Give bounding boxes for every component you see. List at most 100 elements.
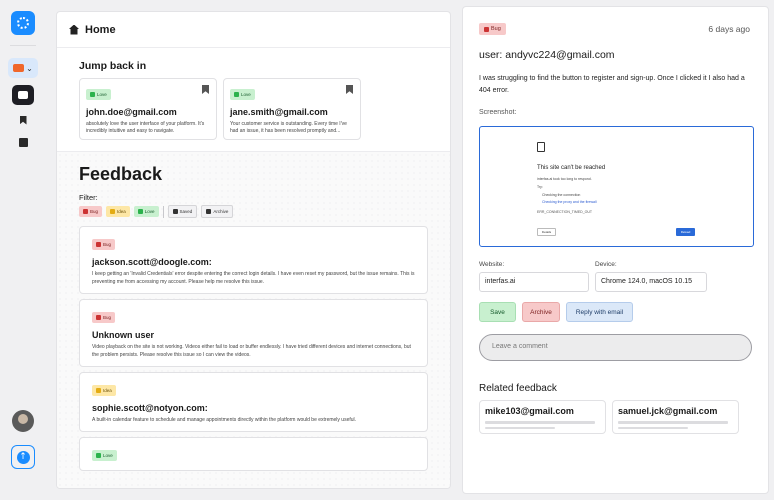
bug-badge: Bug <box>92 312 116 323</box>
workspace-switcher[interactable]: ⌄ <box>8 58 38 78</box>
heart-icon <box>96 453 101 458</box>
archive-button[interactable]: Archive <box>522 302 560 322</box>
card-snippet: absolutely love the user interface of yo… <box>86 121 205 134</box>
filter-label-text: Saved <box>179 209 193 214</box>
website-value: interfas.ai <box>479 272 589 292</box>
screenshot-error-text: interfas.ai took too long to respond. <box>537 177 592 181</box>
bookmark-icon <box>172 209 178 214</box>
bug-icon <box>83 209 88 214</box>
feedback-item[interactable]: Love <box>79 437 428 471</box>
jump-card[interactable]: Love john.doe@gmail.com absolutely love … <box>79 78 217 140</box>
feedback-author: Unknown user <box>92 330 155 340</box>
text-placeholder <box>618 421 728 424</box>
badge-label: Bug <box>103 242 112 247</box>
bug-icon <box>96 315 101 320</box>
nav-feedback-button[interactable] <box>12 85 34 105</box>
badge-label: Love <box>97 92 107 97</box>
lightbulb-icon <box>110 209 116 214</box>
badge-label: Bug <box>491 26 501 32</box>
idea-badge: Idea <box>92 385 116 396</box>
jump-card[interactable]: Love jane.smith@gmail.com Your customer … <box>223 78 361 140</box>
feedback-detail-panel: Bug 6 days ago user: andyvc224@gmail.com… <box>462 6 769 494</box>
screenshot-bullet: Checking the proxy and the firewall <box>542 200 597 204</box>
detail-user: user: andyvc224@gmail.com <box>479 49 615 61</box>
archive-icon <box>18 137 28 147</box>
filter-love[interactable]: Love <box>133 206 159 217</box>
feedback-item[interactable]: Bug jackson.scott@doogle.com: I keep get… <box>79 226 428 294</box>
chat-icon <box>18 91 28 99</box>
lightbulb-icon <box>96 388 101 393</box>
screenshot-error-code: ERR_CONNECTION_TIMED_OUT <box>537 210 593 214</box>
bookmark-icon <box>19 115 27 125</box>
page-title: Home <box>85 23 116 36</box>
love-badge: Love <box>86 89 111 100</box>
feedback-author: jackson.scott@doogle.com: <box>92 257 212 267</box>
jump-back-section: Jump back in Love john.doe@gmail.com abs… <box>57 48 450 152</box>
app-logo[interactable] <box>11 11 35 35</box>
heart-icon <box>137 209 143 214</box>
feedback-item[interactable]: Idea sophie.scott@notyon.com: A built-in… <box>79 372 428 432</box>
feedback-author: sophie.scott@notyon.com: <box>92 403 208 413</box>
jump-back-title: Jump back in <box>79 60 147 72</box>
screenshot-details-button: Details <box>537 228 556 236</box>
bookmark-icon[interactable] <box>202 85 209 94</box>
screenshot-reload-button: Reload <box>676 228 695 236</box>
device-label: Device: <box>595 261 617 268</box>
panel-header: Home <box>57 12 450 48</box>
text-placeholder <box>618 426 688 429</box>
filter-bar: Bug Idea Love Saved Archive <box>79 205 428 218</box>
filter-label-text: Archive <box>213 209 229 214</box>
archive-icon <box>206 209 212 214</box>
filter-archive[interactable]: Archive <box>201 205 234 218</box>
text-placeholder <box>485 421 595 424</box>
website-label: Website: <box>479 261 505 268</box>
feedback-panel: Home Jump back in Love john.doe@gmail.co… <box>56 11 451 489</box>
related-email: samuel.jck@gmail.com <box>618 406 718 416</box>
filter-label-text: Idea <box>117 209 126 214</box>
bug-icon <box>484 26 489 32</box>
filter-idea[interactable]: Idea <box>106 206 130 217</box>
save-button[interactable]: Save <box>479 302 516 322</box>
heart-icon <box>90 92 95 97</box>
filter-saved[interactable]: Saved <box>167 205 198 218</box>
comment-input[interactable]: Leave a comment <box>479 334 752 361</box>
related-card[interactable]: samuel.jck@gmail.com <box>612 400 739 434</box>
nav-saved-button[interactable] <box>12 110 34 130</box>
related-card[interactable]: mike103@gmail.com <box>479 400 606 434</box>
filter-bug[interactable]: Bug <box>79 206 103 217</box>
feedback-item[interactable]: Bug Unknown user Video playback on the s… <box>79 299 428 367</box>
feedback-text: Video playback on the site is not workin… <box>92 344 411 358</box>
bug-icon <box>96 242 101 247</box>
home-icon <box>69 24 79 35</box>
chevron-down-icon: ⌄ <box>26 63 33 73</box>
device-value: Chrome 124.0, macOS 10.15 <box>595 272 707 292</box>
badge-label: Love <box>103 453 113 458</box>
filter-label-text: Bug <box>90 209 99 214</box>
reply-email-button[interactable]: Reply with email <box>566 302 633 322</box>
screenshot-preview[interactable]: This site can't be reached interfas.ai t… <box>479 126 754 247</box>
feedback-section: Feedback Filter: Bug Idea Love Saved Arc… <box>57 152 450 488</box>
feedback-title: Feedback <box>79 164 163 184</box>
left-rail: ⌄ ↑ <box>0 0 46 500</box>
arrow-up-icon: ↑ <box>16 450 30 464</box>
upgrade-button[interactable]: ↑ <box>11 445 35 469</box>
card-snippet: Your customer service is outstanding. Ev… <box>230 121 347 134</box>
screenshot-error-title: This site can't be reached <box>537 165 606 171</box>
detail-message: I was struggling to find the button to r… <box>479 75 745 94</box>
love-badge: Love <box>230 89 255 100</box>
avatar[interactable] <box>12 410 34 432</box>
workspace-icon <box>13 64 25 72</box>
related-feedback-title: Related feedback <box>479 383 557 394</box>
badge-label: Idea <box>103 388 112 393</box>
timestamp: 6 days ago <box>708 24 750 34</box>
bug-badge: Bug <box>479 23 506 35</box>
action-bar: Save Archive Reply with email <box>479 302 752 322</box>
related-email: mike103@gmail.com <box>485 406 574 416</box>
badge-label: Bug <box>103 315 112 320</box>
badge-label: Love <box>241 92 251 97</box>
screenshot-label: Screenshot: <box>479 109 517 116</box>
nav-archive-button[interactable] <box>12 132 34 152</box>
love-badge: Love <box>92 450 117 461</box>
rail-divider <box>10 45 36 46</box>
bookmark-icon[interactable] <box>346 85 353 94</box>
